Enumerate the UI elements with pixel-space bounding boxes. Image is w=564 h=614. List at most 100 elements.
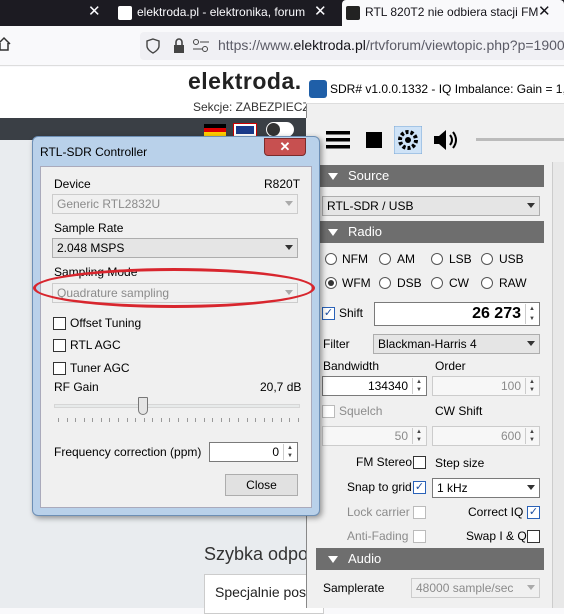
slider-tick bbox=[263, 418, 265, 422]
rf-gain-slider-thumb[interactable] bbox=[137, 397, 148, 415]
uk-flag-icon[interactable] bbox=[233, 123, 257, 137]
menu-icon[interactable] bbox=[326, 130, 350, 150]
lock-carrier-checkbox[interactable] bbox=[413, 506, 426, 519]
lock-carrier-label: Lock carrier bbox=[347, 505, 410, 519]
slider-tick bbox=[298, 418, 299, 422]
stop-icon[interactable] bbox=[366, 132, 382, 148]
mode-cw-radio[interactable] bbox=[431, 277, 443, 289]
tab-close-icon[interactable]: ✕ bbox=[88, 0, 101, 24]
rtl-agc-checkbox[interactable] bbox=[53, 339, 66, 352]
slider-tick bbox=[186, 418, 188, 422]
mode-label: LSB bbox=[449, 252, 472, 266]
squelch-checkbox[interactable] bbox=[322, 405, 335, 418]
mode-nfm-radio[interactable] bbox=[325, 253, 337, 265]
anti-fading-checkbox[interactable] bbox=[413, 530, 426, 543]
correct-iq-checkbox[interactable]: ✓ bbox=[527, 506, 540, 519]
cw-shift-label: CW Shift bbox=[435, 404, 483, 418]
slider-tick bbox=[135, 418, 137, 422]
step-size-label: Step size bbox=[435, 456, 485, 470]
speaker-icon[interactable] bbox=[432, 128, 460, 152]
tab-label: RTL 820T2 nie odbiera stacji FM bbox=[365, 5, 539, 19]
mode-am-radio[interactable] bbox=[379, 253, 391, 265]
gear-icon[interactable] bbox=[394, 126, 422, 154]
slider-tick bbox=[229, 418, 231, 422]
slider-tick bbox=[109, 418, 111, 422]
slider-tick bbox=[152, 418, 154, 422]
slider-tick bbox=[58, 418, 59, 422]
slider-tick bbox=[100, 418, 102, 422]
permissions-icon[interactable] bbox=[192, 38, 210, 54]
filter-label: Filter bbox=[323, 337, 350, 351]
site-logo[interactable]: elektroda. bbox=[188, 68, 302, 95]
tab-close-icon[interactable]: ✕ bbox=[314, 0, 327, 24]
mode-label: NFM bbox=[342, 252, 368, 266]
lock-icon[interactable] bbox=[172, 38, 186, 54]
squelch-input[interactable]: 50 ▲ ▼ bbox=[322, 426, 427, 446]
anti-fading-label: Anti-Fading bbox=[347, 529, 409, 543]
squelch-value: 50 bbox=[394, 429, 408, 443]
shift-checkbox[interactable]: ✓ bbox=[322, 307, 335, 320]
tab-elektroda[interactable]: elektroda.pl - elektronika, forum bbox=[118, 0, 330, 26]
rf-gain-slider-track[interactable] bbox=[54, 404, 300, 408]
rtl-agc-label: RTL AGC bbox=[70, 338, 121, 352]
freq-correction-input[interactable]: 0 ▲ ▼ bbox=[209, 442, 298, 462]
source-select[interactable]: RTL-SDR / USB bbox=[322, 196, 540, 216]
shift-value: 26 273 bbox=[472, 305, 521, 322]
mode-usb-radio[interactable] bbox=[481, 253, 493, 265]
step-size-value: 1 kHz bbox=[437, 481, 468, 495]
freq-correction-label: Frequency correction (ppm) bbox=[54, 445, 202, 459]
source-header-label: Source bbox=[348, 168, 390, 183]
step-size-select[interactable]: 1 kHz bbox=[432, 478, 540, 498]
slider-tick bbox=[220, 418, 222, 422]
bandwidth-label: Bandwidth bbox=[323, 359, 380, 373]
shift-label: Shift bbox=[339, 306, 364, 320]
cw-shift-input[interactable]: 600 ▲ ▼ bbox=[432, 426, 540, 446]
slider-tick bbox=[83, 418, 85, 422]
sample-rate-select[interactable]: 2.048 MSPS bbox=[52, 238, 298, 258]
radio-header-label: Radio bbox=[348, 224, 382, 239]
mode-wfm-radio[interactable] bbox=[325, 277, 337, 289]
german-flag-icon[interactable] bbox=[204, 124, 226, 136]
slider-tick bbox=[66, 418, 68, 422]
mode-raw-radio[interactable] bbox=[481, 277, 493, 289]
source-section-header[interactable]: Source bbox=[316, 165, 544, 187]
tab-close-icon[interactable]: ✕ bbox=[538, 0, 551, 24]
bandwidth-value: 134340 bbox=[367, 379, 408, 393]
slider-tick bbox=[178, 418, 179, 422]
home-icon[interactable] bbox=[0, 36, 12, 52]
device-select[interactable]: Generic RTL2832U bbox=[52, 194, 298, 214]
sdr-scrollbar[interactable] bbox=[552, 162, 564, 608]
radio-section-header[interactable]: Radio bbox=[316, 221, 544, 243]
device-label: Device bbox=[54, 177, 91, 191]
theme-toggle[interactable] bbox=[266, 122, 294, 137]
shield-icon[interactable] bbox=[146, 38, 160, 54]
slider-tick bbox=[92, 418, 94, 422]
shift-input[interactable]: 26 273 ▲ ▼ bbox=[374, 302, 540, 326]
mode-dsb-radio[interactable] bbox=[379, 277, 391, 289]
volume-slider[interactable] bbox=[476, 138, 564, 141]
slider-tick bbox=[160, 418, 162, 422]
tuner-name: R820T bbox=[264, 177, 301, 191]
dialog-close-button[interactable]: ✕ bbox=[264, 138, 306, 156]
filter-value: Blackman-Harris 4 bbox=[378, 337, 477, 351]
snap-to-grid-checkbox[interactable]: ✓ bbox=[413, 481, 426, 494]
mode-lsb-radio[interactable] bbox=[431, 253, 443, 265]
order-input[interactable]: 100 ▲ ▼ bbox=[432, 376, 540, 396]
red-highlight-annotation bbox=[33, 268, 315, 308]
url-path: /rtvforum/viewtopic.php?p=1900 bbox=[365, 37, 564, 53]
quick-reply-heading: Szybka odpo bbox=[204, 544, 309, 564]
sections-nav[interactable]: Sekcje: ZABEZPIECZ bbox=[193, 100, 310, 114]
audio-section-header[interactable]: Audio bbox=[316, 548, 544, 570]
swap-iq-checkbox[interactable] bbox=[527, 530, 540, 543]
tuner-agc-checkbox[interactable] bbox=[53, 362, 66, 375]
fm-stereo-checkbox[interactable] bbox=[413, 456, 426, 469]
samplerate-select[interactable]: 48000 sample/sec bbox=[411, 578, 540, 598]
filter-select[interactable]: Blackman-Harris 4 bbox=[373, 334, 540, 354]
rf-gain-value: 20,7 dB bbox=[260, 380, 302, 394]
close-button[interactable]: Close bbox=[225, 474, 298, 496]
url-text[interactable]: https://www.elektroda.pl/rtvforum/viewto… bbox=[218, 37, 564, 53]
bandwidth-input[interactable]: 134340 ▲ ▼ bbox=[322, 376, 427, 396]
slider-tick bbox=[169, 418, 171, 422]
offset-tuning-checkbox[interactable] bbox=[53, 317, 66, 330]
tab-rtl-thread[interactable]: RTL 820T2 nie odbiera stacji FM bbox=[342, 0, 564, 26]
